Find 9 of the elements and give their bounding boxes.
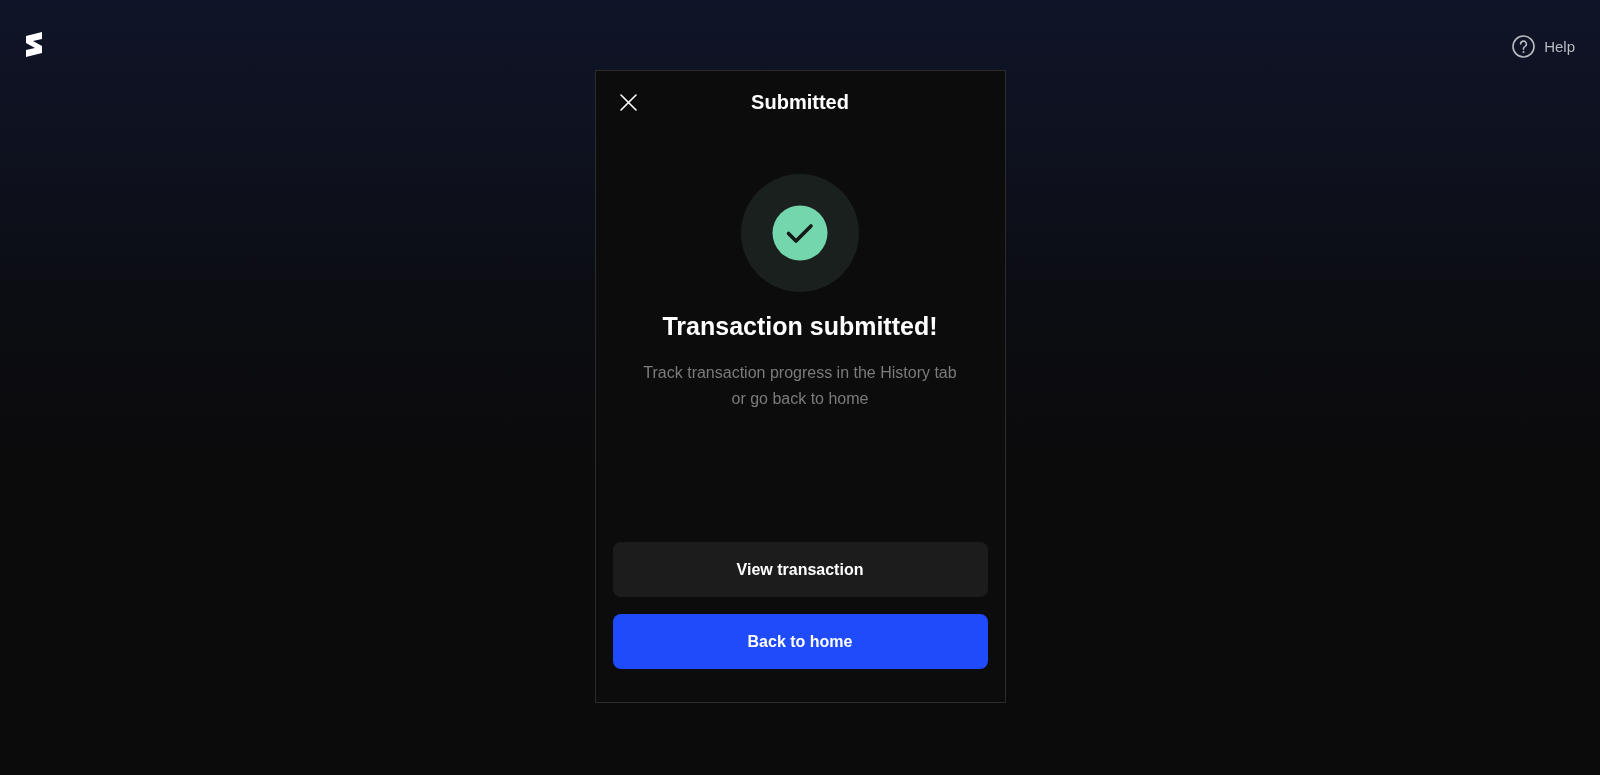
status-message: Track transaction progress in the History tab or go back to home [642,363,958,409]
help-button[interactable]: Help [1512,35,1575,58]
dialog-title: Submitted [750,90,850,114]
close-icon [620,93,637,111]
logo-icon [25,32,43,57]
back-home-button[interactable]: Back to home [612,614,988,669]
view-transaction-button[interactable]: View transaction [612,542,988,597]
success-heading: Transaction submitted! [661,311,939,342]
help-icon [1512,35,1536,58]
